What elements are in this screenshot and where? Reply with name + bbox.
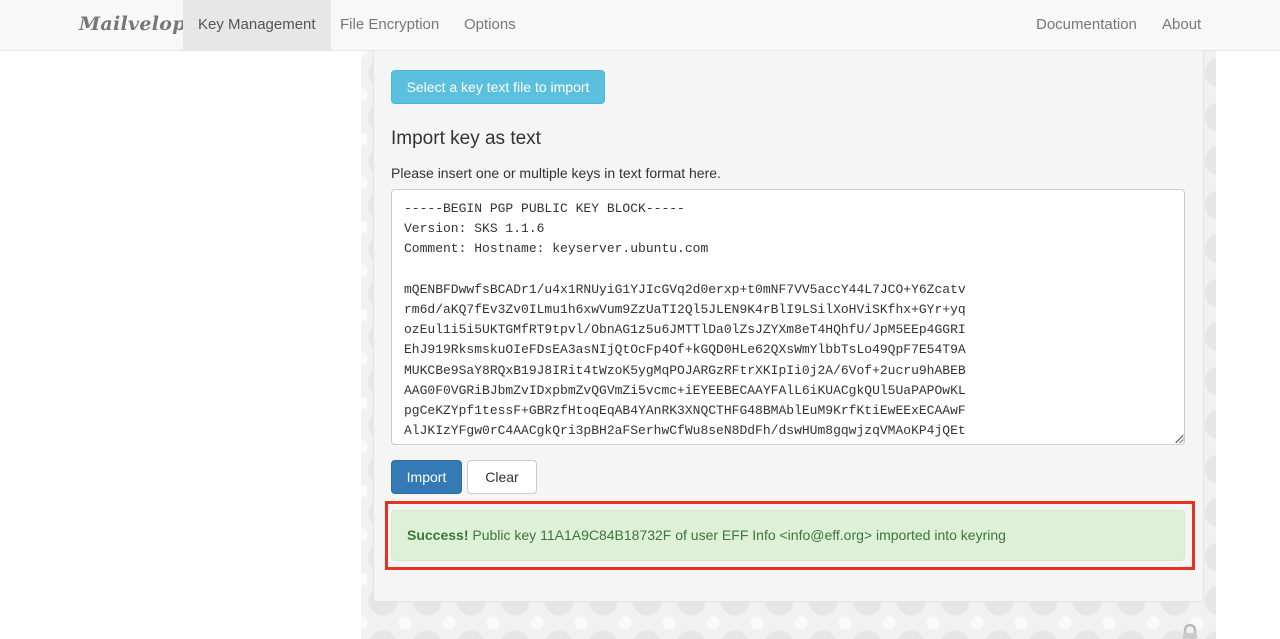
clear-button[interactable]: Clear	[467, 460, 537, 494]
right-whitespace	[1216, 51, 1280, 639]
nav-about[interactable]: About	[1147, 0, 1216, 50]
nav-options[interactable]: Options	[449, 0, 531, 50]
select-key-file-button[interactable]: Select a key text file to import	[391, 70, 605, 104]
nav-key-management[interactable]: Key Management	[183, 0, 331, 50]
key-text-input[interactable]: -----BEGIN PGP PUBLIC KEY BLOCK----- Ver…	[391, 189, 1185, 445]
import-button[interactable]: Import	[391, 460, 462, 494]
nav-file-encryption[interactable]: File Encryption	[325, 0, 454, 50]
import-help-text: Please insert one or multiple keys in te…	[391, 165, 721, 181]
resize-handle-icon[interactable]	[1175, 434, 1184, 443]
lock-icon	[1181, 624, 1199, 639]
success-label: Success!	[407, 527, 469, 543]
success-message: Public key 11A1A9C84B18732F of user EFF …	[472, 527, 1006, 543]
top-navbar: Mailvelope Key Management File Encryptio…	[0, 0, 1280, 51]
brand-logo[interactable]: Mailvelope	[79, 13, 198, 35]
success-alert: Success! Public key 11A1A9C84B18732F of …	[391, 510, 1185, 561]
nav-documentation[interactable]: Documentation	[1021, 0, 1152, 50]
left-whitespace	[0, 51, 361, 639]
import-key-as-text-heading: Import key as text	[391, 128, 541, 149]
